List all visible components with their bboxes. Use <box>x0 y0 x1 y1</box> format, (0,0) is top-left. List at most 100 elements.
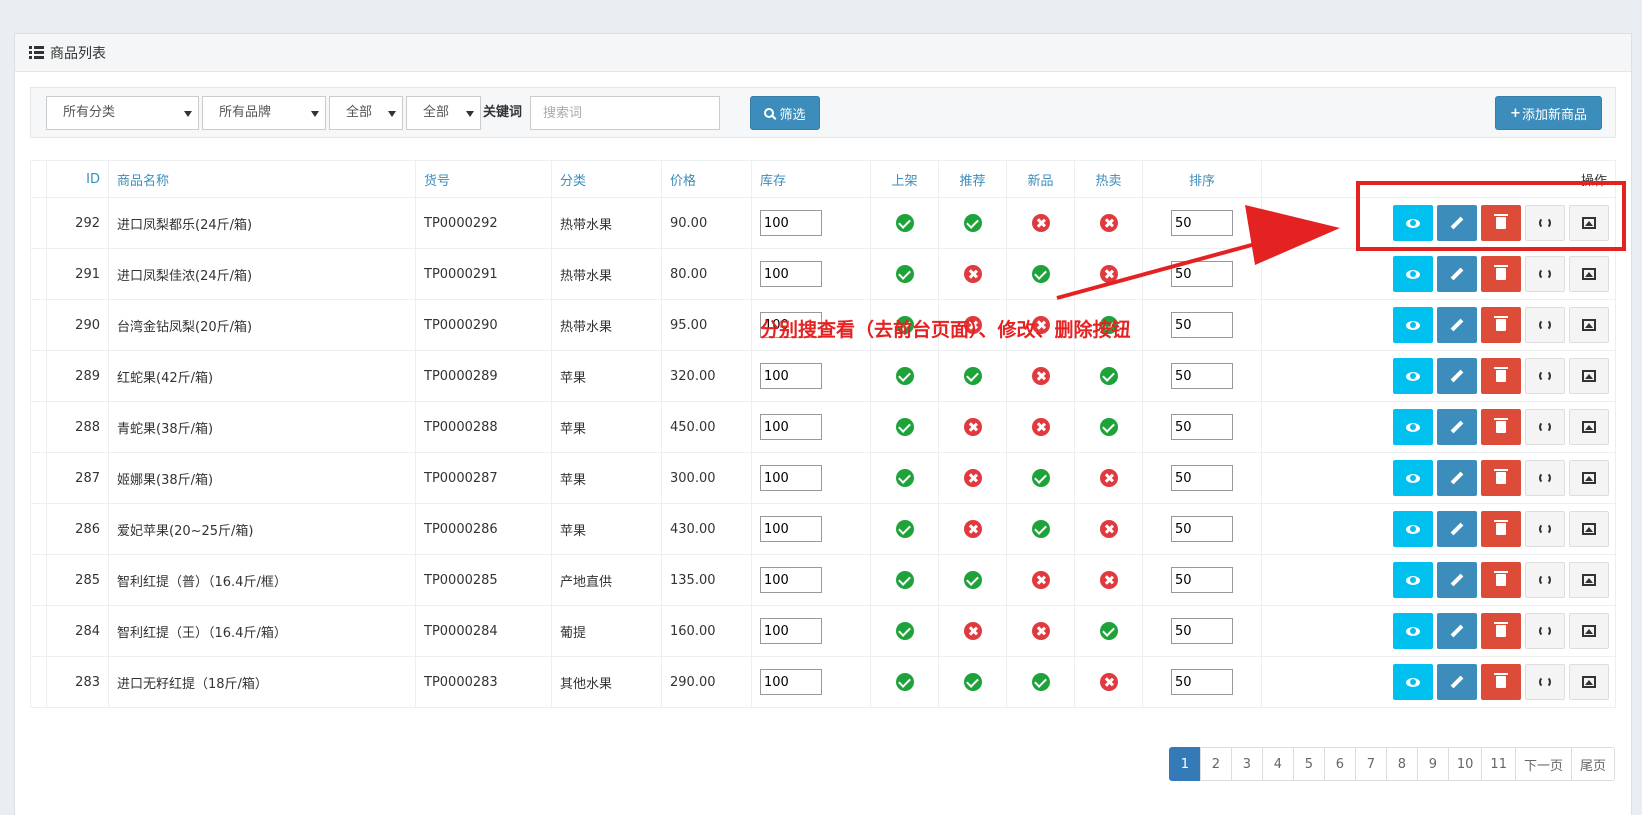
cross-circle-icon[interactable] <box>963 520 982 538</box>
delete-button[interactable] <box>1481 358 1521 394</box>
edit-button[interactable] <box>1437 664 1477 700</box>
row-select-cell[interactable] <box>30 299 47 351</box>
image-button[interactable] <box>1569 358 1609 394</box>
page-link[interactable]: 5 <box>1292 747 1325 781</box>
view-button[interactable] <box>1393 409 1433 445</box>
view-button[interactable] <box>1393 613 1433 649</box>
row-select-cell[interactable] <box>30 554 47 606</box>
sort-input[interactable] <box>1171 312 1233 338</box>
check-circle-icon[interactable] <box>963 571 982 589</box>
next-page-link[interactable]: 下一页 <box>1514 747 1572 781</box>
check-circle-icon[interactable] <box>895 214 914 232</box>
edit-button[interactable] <box>1437 460 1477 496</box>
cross-circle-icon[interactable] <box>1031 571 1050 589</box>
cross-circle-icon[interactable] <box>1031 418 1050 436</box>
refresh-button[interactable] <box>1525 613 1565 649</box>
view-button[interactable] <box>1393 256 1433 292</box>
col-header-price[interactable]: 价格 <box>661 160 752 198</box>
refresh-button[interactable] <box>1525 562 1565 598</box>
refresh-button[interactable] <box>1525 664 1565 700</box>
page-link[interactable]: 2 <box>1199 747 1232 781</box>
edit-button[interactable] <box>1437 358 1477 394</box>
image-button[interactable] <box>1569 409 1609 445</box>
edit-button[interactable] <box>1437 256 1477 292</box>
check-circle-icon[interactable] <box>895 520 914 538</box>
stock-input[interactable] <box>760 261 822 287</box>
last-page-link[interactable]: 尾页 <box>1570 747 1615 781</box>
edit-button[interactable] <box>1437 511 1477 547</box>
delete-button[interactable] <box>1481 307 1521 343</box>
check-circle-icon[interactable] <box>1099 622 1118 640</box>
status-select-1[interactable]: 全部 <box>329 96 403 130</box>
refresh-button[interactable] <box>1525 256 1565 292</box>
col-header-id[interactable]: ID <box>46 160 109 198</box>
cross-circle-icon[interactable] <box>963 469 982 487</box>
stock-input[interactable] <box>760 414 822 440</box>
check-circle-icon[interactable] <box>895 367 914 385</box>
image-button[interactable] <box>1569 511 1609 547</box>
cross-circle-icon[interactable] <box>1099 673 1118 691</box>
delete-button[interactable] <box>1481 256 1521 292</box>
refresh-button[interactable] <box>1525 307 1565 343</box>
check-circle-icon[interactable] <box>1099 418 1118 436</box>
row-select-cell[interactable] <box>30 605 47 657</box>
col-header-hot[interactable]: 热卖 <box>1074 160 1143 198</box>
check-circle-icon[interactable] <box>963 673 982 691</box>
row-select-cell[interactable] <box>30 656 47 708</box>
row-select-cell[interactable] <box>30 248 47 300</box>
sort-input[interactable] <box>1171 363 1233 389</box>
edit-button[interactable] <box>1437 613 1477 649</box>
brand-select[interactable]: 所有品牌 <box>202 96 326 130</box>
edit-button[interactable] <box>1437 562 1477 598</box>
check-circle-icon[interactable] <box>1031 469 1050 487</box>
sort-input[interactable] <box>1171 414 1233 440</box>
cross-circle-icon[interactable] <box>1031 367 1050 385</box>
cross-circle-icon[interactable] <box>963 622 982 640</box>
stock-input[interactable] <box>760 465 822 491</box>
cross-circle-icon[interactable] <box>1099 469 1118 487</box>
row-select-cell[interactable] <box>30 197 47 249</box>
page-link[interactable]: 11 <box>1481 747 1516 781</box>
cross-circle-icon[interactable] <box>963 418 982 436</box>
sort-input[interactable] <box>1171 465 1233 491</box>
check-circle-icon[interactable] <box>1031 520 1050 538</box>
cross-circle-icon[interactable] <box>1031 622 1050 640</box>
view-button[interactable] <box>1393 358 1433 394</box>
check-circle-icon[interactable] <box>1099 367 1118 385</box>
row-select-cell[interactable] <box>30 503 47 555</box>
view-button[interactable] <box>1393 460 1433 496</box>
row-select-cell[interactable] <box>30 401 47 453</box>
keyword-input[interactable] <box>530 96 720 130</box>
check-circle-icon[interactable] <box>1031 265 1050 283</box>
page-link[interactable]: 3 <box>1230 747 1263 781</box>
page-link[interactable]: 7 <box>1354 747 1387 781</box>
row-select-cell[interactable] <box>30 452 47 504</box>
view-button[interactable] <box>1393 511 1433 547</box>
check-circle-icon[interactable] <box>1031 673 1050 691</box>
check-circle-icon[interactable] <box>895 622 914 640</box>
refresh-button[interactable] <box>1525 460 1565 496</box>
check-circle-icon[interactable] <box>895 673 914 691</box>
page-link[interactable]: 10 <box>1447 747 1483 781</box>
col-header-recommend[interactable]: 推荐 <box>938 160 1007 198</box>
col-header-new[interactable]: 新品 <box>1006 160 1075 198</box>
image-button[interactable] <box>1569 613 1609 649</box>
category-select[interactable]: 所有分类 <box>46 96 199 130</box>
check-circle-icon[interactable] <box>963 367 982 385</box>
col-header-sort[interactable]: 排序 <box>1142 160 1262 198</box>
stock-input[interactable] <box>760 567 822 593</box>
delete-button[interactable] <box>1481 664 1521 700</box>
image-button[interactable] <box>1569 664 1609 700</box>
delete-button[interactable] <box>1481 613 1521 649</box>
sort-input[interactable] <box>1171 567 1233 593</box>
image-button[interactable] <box>1569 307 1609 343</box>
refresh-button[interactable] <box>1525 358 1565 394</box>
check-circle-icon[interactable] <box>895 469 914 487</box>
col-header-stock[interactable]: 库存 <box>751 160 871 198</box>
cross-circle-icon[interactable] <box>1099 520 1118 538</box>
page-link[interactable]: 1 <box>1168 747 1201 781</box>
col-header-name[interactable]: 商品名称 <box>108 160 416 198</box>
view-button[interactable] <box>1393 664 1433 700</box>
cross-circle-icon[interactable] <box>1099 571 1118 589</box>
col-header-sku[interactable]: 货号 <box>415 160 552 198</box>
